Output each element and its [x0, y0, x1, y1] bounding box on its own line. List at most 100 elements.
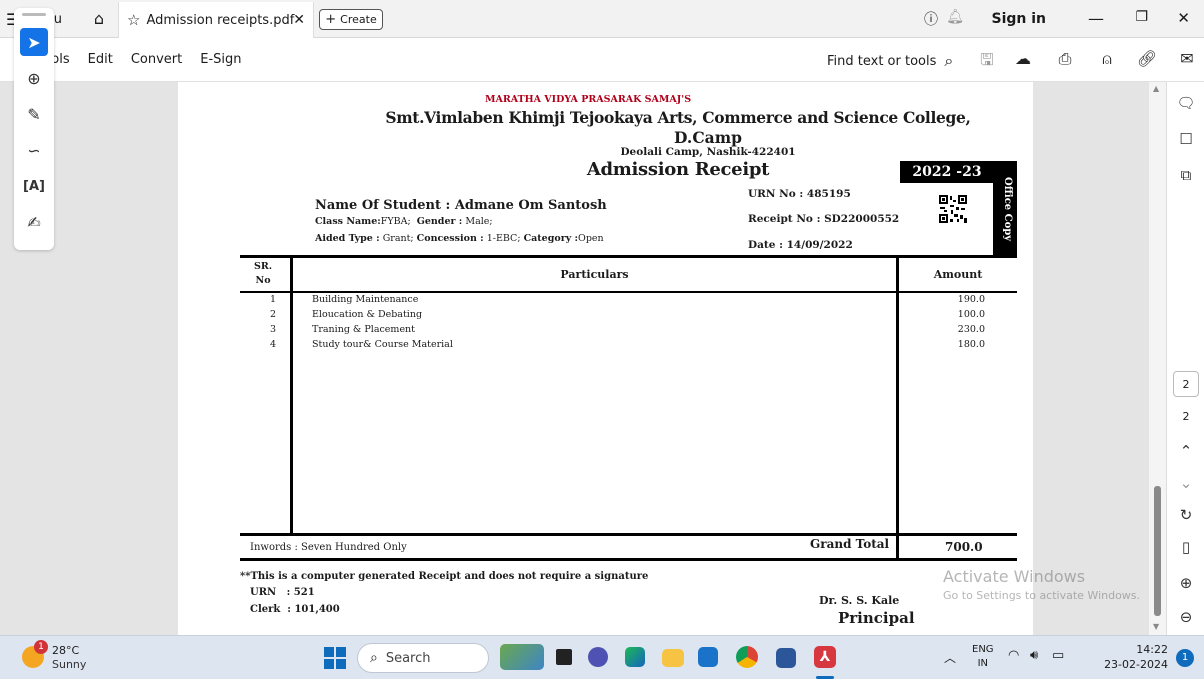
pages-panel-icon[interactable]: ⧉: [1173, 162, 1199, 188]
office-copy-label: Office Copy: [1002, 177, 1013, 242]
close-window-icon[interactable]: ✕: [1177, 9, 1190, 27]
urn-number: URN No : 485195: [748, 188, 851, 200]
language-indicator[interactable]: ENG IN: [972, 643, 994, 671]
bookmark-panel-icon[interactable]: ☐: [1173, 126, 1199, 152]
mail-icon[interactable]: ✉: [1176, 49, 1198, 71]
row-sr: 2: [270, 309, 277, 320]
link-icon[interactable]: 🔗︎: [1136, 49, 1158, 71]
scroll-up-arrow-icon[interactable]: ▲: [1153, 84, 1159, 93]
clerk-value: : 101,400: [287, 604, 340, 615]
zoom-in-icon[interactable]: ⊕: [1173, 570, 1199, 596]
weather-widget[interactable]: 1 28°C Sunny: [22, 640, 102, 674]
row-sr: 4: [270, 339, 277, 350]
widgets-app-icon[interactable]: [500, 644, 544, 670]
particulars-header: Particulars: [560, 268, 629, 281]
text-select-icon[interactable]: [A]: [20, 172, 48, 200]
urn-label: URN: [250, 587, 277, 598]
select-tool-icon[interactable]: ➤: [20, 28, 48, 56]
chevron-down-icon[interactable]: ⌄: [1173, 470, 1199, 496]
zoom-out-icon[interactable]: ⊖: [1173, 604, 1199, 630]
toolbar-edit[interactable]: Edit: [88, 52, 113, 67]
clerk-line: Clerk : 101,400: [250, 604, 340, 615]
weather-badge: 1: [34, 640, 48, 654]
quick-tools-panel: ➤ ⊕ ✎ ∽ [A] ✍: [14, 8, 54, 250]
sign-icon[interactable]: ✍: [20, 208, 48, 236]
gender-prefix: Gender :: [416, 216, 463, 227]
edge-app-icon[interactable]: [625, 647, 645, 667]
star-icon[interactable]: ☆: [127, 11, 140, 29]
bell-icon[interactable]: 🔔︎: [946, 9, 964, 25]
concession-prefix: Concession :: [416, 233, 484, 244]
close-tab-icon[interactable]: ✕: [293, 12, 305, 28]
toolbar-esign[interactable]: E-Sign: [200, 52, 241, 67]
help-icon[interactable]: ⓘ: [924, 9, 938, 29]
sr-header-line1: SR.: [254, 261, 273, 272]
wifi-icon[interactable]: ◠: [1008, 648, 1019, 663]
refresh-icon[interactable]: ↻: [1173, 502, 1199, 528]
teams-chat-icon[interactable]: [588, 647, 608, 667]
fit-page-icon[interactable]: ▯: [1173, 534, 1199, 560]
signatory-title: Principal: [838, 609, 915, 627]
acrobat-app-icon[interactable]: ⅄: [814, 646, 836, 668]
computer-generated-note: **This is a computer generated Receipt a…: [240, 571, 649, 582]
inwords-text: Inwords : Seven Hundred Only: [250, 542, 407, 553]
scrollbar-thumb[interactable]: [1154, 486, 1161, 616]
vertical-scrollbar[interactable]: ▲ ▼: [1149, 82, 1166, 635]
toolbar-convert[interactable]: Convert: [131, 52, 182, 67]
task-view-icon[interactable]: [556, 649, 572, 665]
find-tools-button[interactable]: Find text or tools ⌕: [827, 51, 953, 71]
create-button[interactable]: + Create: [319, 9, 383, 30]
battery-icon[interactable]: ▭: [1052, 648, 1064, 663]
table-bottom-rule: [240, 533, 1017, 536]
chevron-up-icon[interactable]: ⌃: [1173, 438, 1199, 464]
chrome-app-icon[interactable]: [736, 646, 758, 668]
start-tile-2: [336, 647, 346, 657]
clerk-label: Clerk: [250, 604, 281, 615]
receipt-number: Receipt No : SD22000552: [748, 213, 900, 225]
print-icon[interactable]: ⎙: [1054, 49, 1076, 71]
row-sr: 1: [270, 294, 277, 305]
taskbar-search-box[interactable]: ⌕ Search: [357, 643, 489, 673]
notification-badge[interactable]: 1: [1176, 649, 1194, 667]
table-row: 1 Building Maintenance 190.0: [240, 294, 1017, 309]
word-app-icon[interactable]: [776, 648, 796, 668]
document-tab[interactable]: ☆ Admission receipts.pdf ✕: [118, 2, 314, 38]
aided-prefix: Aided Type :: [315, 233, 380, 244]
tray-chevron-icon[interactable]: ︿: [944, 649, 956, 666]
search-icon: ⌕: [370, 650, 378, 666]
draw-freeform-icon[interactable]: ∽: [20, 136, 48, 164]
find-label: Find text or tools: [827, 53, 937, 69]
row-amount: 180.0: [957, 339, 985, 350]
sign-in-button[interactable]: Sign in: [991, 11, 1046, 27]
comment-icon[interactable]: 🗨︎: [1173, 90, 1199, 116]
highlight-icon[interactable]: ✎: [20, 100, 48, 128]
current-page-box[interactable]: 2: [1173, 371, 1199, 397]
amount-header: Amount: [933, 268, 983, 281]
activate-windows-subtitle: Go to Settings to activate Windows.: [943, 589, 1141, 602]
save-icon[interactable]: 🖫: [976, 49, 998, 71]
minimize-icon[interactable]: —: [1088, 9, 1104, 28]
start-windows-icon[interactable]: [324, 647, 346, 669]
panel-handle[interactable]: [22, 13, 46, 16]
home-icon[interactable]: ⌂: [88, 9, 110, 29]
scroll-down-arrow-icon[interactable]: ▼: [1153, 622, 1159, 631]
store-app-icon[interactable]: [698, 647, 718, 667]
clock-date: 23-02-2024: [1104, 658, 1168, 671]
add-comment-icon[interactable]: ⊕: [20, 64, 48, 92]
share-user-icon[interactable]: ⍝: [1096, 49, 1118, 71]
upload-cloud-icon[interactable]: ☁: [1012, 49, 1034, 71]
class-value: FYBA;: [380, 216, 411, 227]
row-particular: Eloucation & Debating: [312, 309, 423, 320]
college-name: Smt.Vimlaben Khimji Tejookaya Arts, Comm…: [385, 108, 971, 127]
start-tile-4: [336, 659, 346, 669]
clock[interactable]: 14:22 23-02-2024: [1078, 642, 1168, 672]
receipt-date: Date : 14/09/2022: [748, 239, 853, 251]
volume-icon[interactable]: 🔊︎: [1030, 648, 1038, 663]
file-explorer-icon[interactable]: [662, 649, 684, 667]
total-bottom-rule: [240, 558, 1017, 561]
header-bottom-rule: [240, 291, 1017, 293]
academic-year: 2022 -23: [900, 161, 994, 183]
restore-icon[interactable]: ❐: [1135, 9, 1148, 25]
table-row: 2 Eloucation & Debating 100.0: [240, 309, 1017, 324]
right-tools-rail: 🗨︎ ☐ ⧉ 2 2 ⌃ ⌄ ↻ ▯ ⊕ ⊖: [1166, 82, 1204, 635]
